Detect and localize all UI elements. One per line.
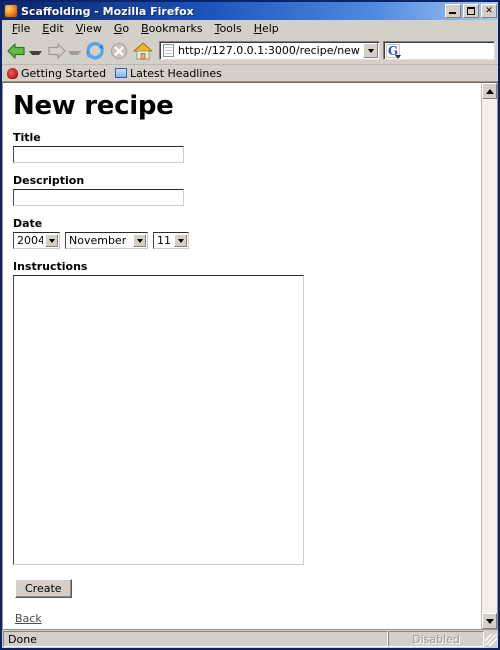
forward-button [44,39,68,63]
firefox-bookmark-icon [7,67,18,79]
menu-bar: File Edit View Go Bookmarks Tools Help [2,20,498,37]
google-g-icon[interactable]: G [386,43,401,59]
menu-tools-label-rest: ools [219,22,242,35]
forward-history-caret-icon [68,50,81,55]
back-history-caret-icon[interactable] [29,50,42,55]
maximize-button[interactable] [463,4,479,18]
folder-icon [115,68,128,78]
title-bar: Scaffolding - Mozilla Firefox ✕ [2,2,498,20]
bookmark-latest-headlines[interactable]: Latest Headlines [115,67,222,80]
menu-bookmarks-label-rest: ookmarks [148,22,203,35]
scroll-up-arrow-icon[interactable] [482,83,497,99]
firefox-icon [4,4,18,18]
content-viewport: New recipe Title Description Date 2004 N… [2,82,498,630]
date-year-value: 2004 [17,234,43,247]
date-year-select[interactable]: 2004 [13,232,60,249]
back-button[interactable] [5,39,29,63]
menu-bookmarks[interactable]: Bookmarks [135,21,208,36]
home-button[interactable] [131,39,155,63]
url-bar[interactable]: http://127.0.0.1:3000/recipe/new [159,41,380,60]
forward-arrow-icon [48,42,66,59]
vertical-scrollbar[interactable] [481,83,497,629]
menu-view-label-rest: iew [83,22,102,35]
instructions-textarea[interactable] [13,275,304,565]
minimize-button[interactable] [445,4,461,18]
url-dropdown-button[interactable] [363,43,378,58]
menu-view[interactable]: View [70,21,108,36]
navigation-toolbar: http://127.0.0.1:3000/recipe/new G [2,37,498,65]
date-month-select[interactable]: November [65,232,148,249]
back-link[interactable]: Back [15,612,42,625]
window-title: Scaffolding - Mozilla Firefox [21,4,194,18]
date-select-group: 2004 November 11 [13,232,481,249]
bookmarks-toolbar: Getting Started Latest Headlines [2,65,498,82]
stop-button [107,39,131,63]
scroll-down-arrow-icon[interactable] [482,613,497,629]
instructions-field-label: Instructions [13,260,88,273]
menu-help[interactable]: Help [248,21,285,36]
page-document-icon [163,44,174,57]
bookmark-getting-started-label: Getting Started [21,66,107,80]
chevron-down-icon[interactable] [174,234,187,247]
description-input[interactable] [13,189,184,206]
chevron-down-icon[interactable] [133,234,146,247]
browser-window: Scaffolding - Mozilla Firefox ✕ File Edi… [0,0,500,650]
date-field-label: Date [13,217,43,230]
reload-icon [86,41,104,59]
date-day-value: 11 [157,234,171,247]
menu-edit[interactable]: Edit [36,21,69,36]
recipe-form-page: New recipe Title Description Date 2004 N… [3,83,481,629]
title-field-label: Title [13,131,41,144]
menu-go-label-rest: o [122,22,130,35]
create-button[interactable]: Create [15,579,72,598]
menu-help-label-rest: elp [261,22,279,35]
status-text: Done [3,631,388,647]
menu-file[interactable]: File [6,21,36,36]
date-month-value: November [69,234,127,247]
url-input[interactable]: http://127.0.0.1:3000/recipe/new [178,44,363,57]
bookmark-getting-started[interactable]: Getting Started [7,67,106,80]
chevron-down-icon[interactable] [45,234,58,247]
reload-button[interactable] [83,39,107,63]
resize-grip-icon[interactable] [484,631,498,647]
menu-edit-label-rest: dit [49,22,64,35]
window-controls: ✕ [445,4,497,18]
bookmark-latest-headlines-label: Latest Headlines [130,66,222,80]
date-day-select[interactable]: 11 [153,232,189,249]
menu-file-label-rest: ile [17,22,31,35]
page-title: New recipe [13,91,174,121]
menu-go[interactable]: Go [108,21,135,36]
stop-icon [111,42,127,59]
search-bar[interactable]: G [383,41,495,60]
back-arrow-icon [7,42,25,59]
security-status: Disabled [388,631,484,647]
home-icon [133,42,153,59]
description-field-label: Description [13,174,85,187]
scrollbar-track[interactable] [482,99,497,613]
menu-tools[interactable]: Tools [209,21,248,36]
status-bar: Done Disabled [2,630,498,648]
title-input[interactable] [13,146,184,163]
close-button[interactable]: ✕ [481,4,497,18]
